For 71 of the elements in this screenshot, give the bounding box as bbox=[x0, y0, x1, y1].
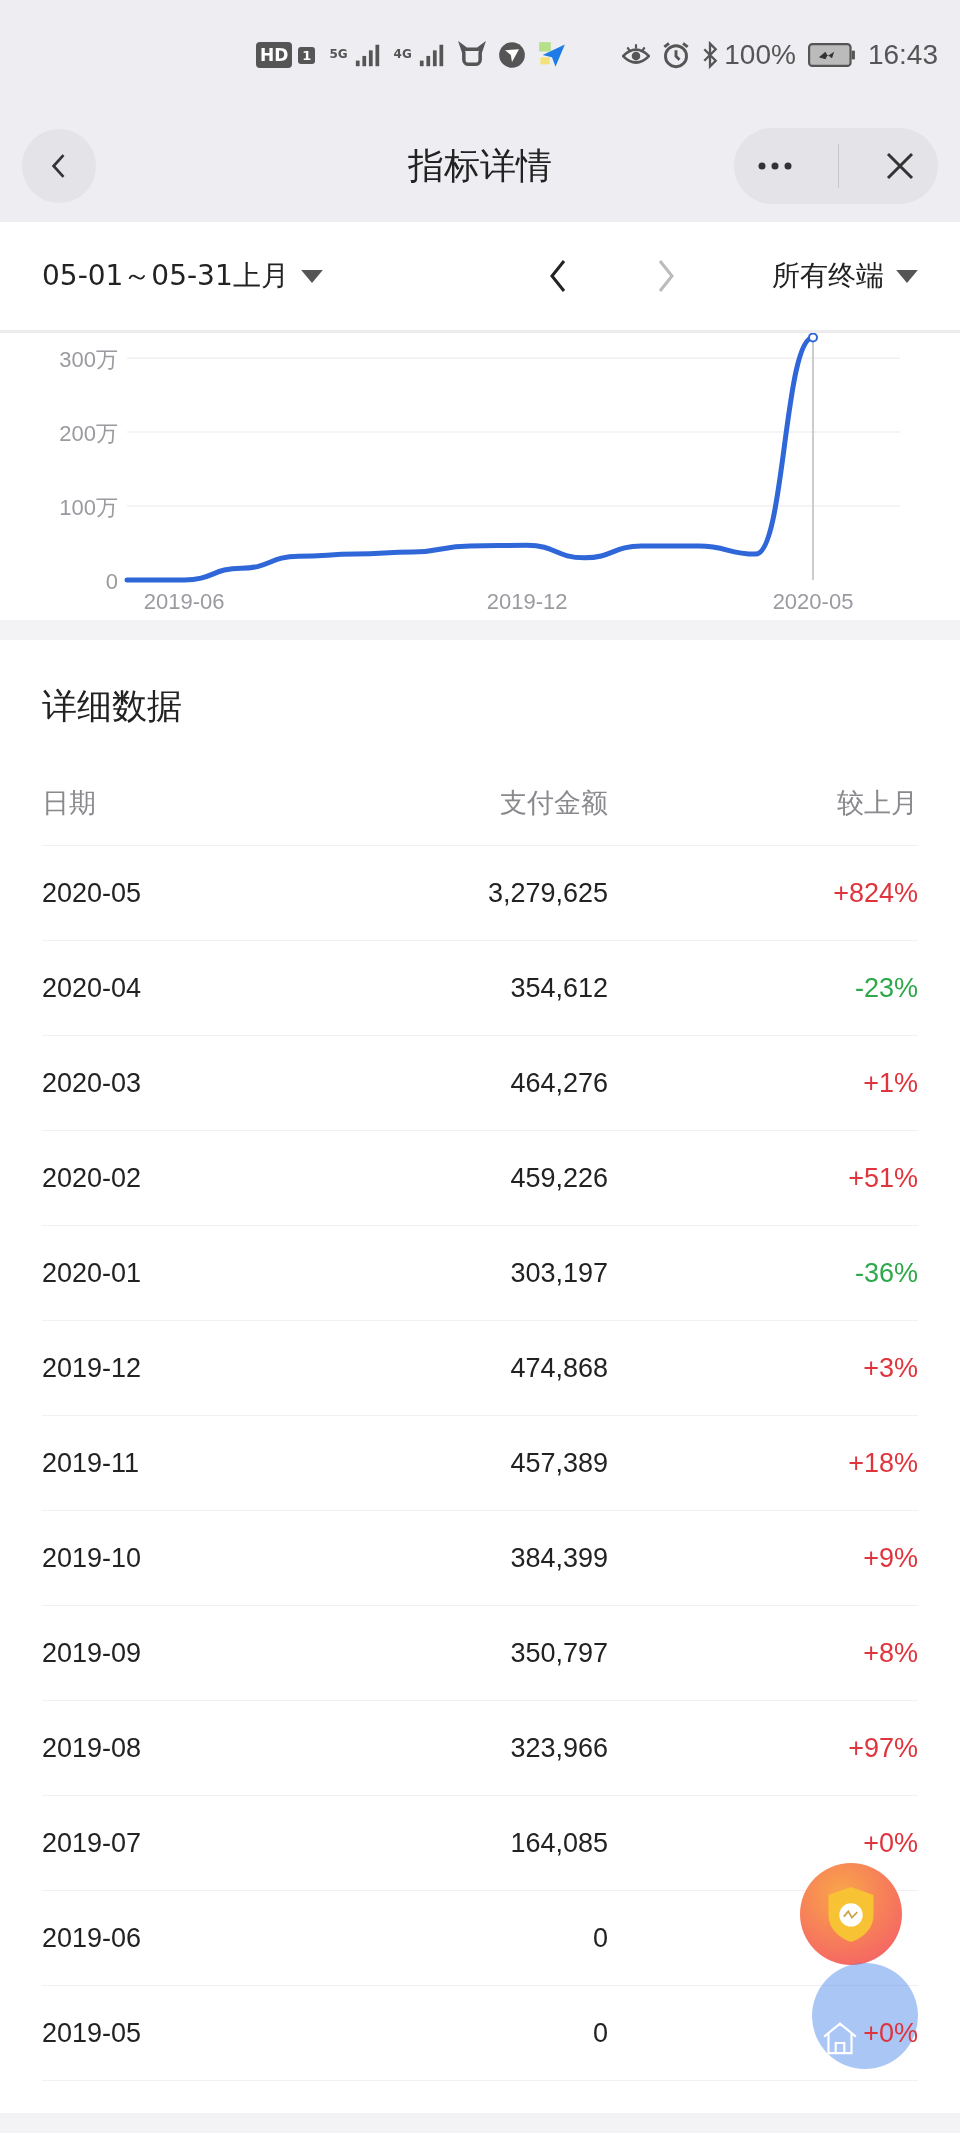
change-cell: +9% bbox=[863, 1542, 918, 1574]
amount-cell-text: 464,276 bbox=[509, 1067, 608, 1099]
x-axis-label: 2019-06 bbox=[143, 589, 225, 614]
date-cell-text: 2019-10 bbox=[42, 1542, 143, 1574]
signal-icon bbox=[417, 43, 446, 67]
network-label: 5G bbox=[329, 47, 348, 61]
amount-cell-text: 164,085 bbox=[509, 1827, 608, 1859]
caret-icon bbox=[896, 269, 918, 283]
alarm-icon bbox=[662, 41, 691, 69]
battery-percent: 100% bbox=[724, 39, 796, 71]
cow-icon bbox=[457, 41, 486, 69]
change-cell: +0% bbox=[863, 1827, 918, 1859]
amount-cell-text: 459,226 bbox=[509, 1162, 608, 1194]
change-cell: -23% bbox=[854, 972, 918, 1004]
amount-cell-text: 323,966 bbox=[509, 1732, 608, 1764]
date-cell-text: 2019-08 bbox=[42, 1732, 143, 1764]
change-cell: +8% bbox=[863, 1637, 918, 1669]
column-header: 支付金额 bbox=[499, 785, 608, 820]
change-cell: +51% bbox=[848, 1162, 918, 1194]
section-title: 详细数据 bbox=[42, 685, 183, 728]
date-cell-text: 2020-01 bbox=[42, 1257, 143, 1289]
page-title: 指标详情 bbox=[408, 143, 552, 188]
date-cell-text: 2019-05 bbox=[42, 2017, 143, 2049]
signal-icon bbox=[353, 43, 382, 67]
change-cell: +0% bbox=[863, 2017, 918, 2049]
column-header: 日期 bbox=[42, 785, 97, 820]
change-cell: +1% bbox=[863, 1067, 918, 1099]
date-cell-text: 2020-04 bbox=[42, 972, 143, 1004]
y-axis-label: 200万 bbox=[59, 421, 118, 447]
app-icon bbox=[497, 41, 526, 69]
amount-cell-text: 303,197 bbox=[509, 1257, 608, 1289]
amount-cell-text: 384,399 bbox=[509, 1542, 608, 1574]
change-cell: -36% bbox=[854, 1257, 918, 1289]
date-cell-text: 2019-06 bbox=[42, 1922, 143, 1954]
date-cell-text: 2020-05 bbox=[42, 877, 143, 909]
change-cell: +824% bbox=[833, 877, 918, 909]
hd-badge: HD bbox=[256, 42, 293, 68]
y-axis-label: 0 bbox=[105, 569, 118, 594]
amount-cell-text: 354,612 bbox=[509, 972, 608, 1004]
change-cell: +18% bbox=[848, 1447, 918, 1479]
y-axis-label: 100万 bbox=[59, 495, 118, 521]
column-header: 较上月 bbox=[837, 785, 918, 820]
amount-cell-text: 474,868 bbox=[509, 1352, 608, 1384]
amount-cell-text: 0 bbox=[591, 2017, 608, 2049]
sim-badge: 1 bbox=[298, 46, 316, 64]
change-cell: +3% bbox=[863, 1352, 918, 1384]
date-cell-text: 2019-11 bbox=[42, 1447, 141, 1479]
amount-cell-text: 457,389 bbox=[509, 1447, 608, 1479]
change-cell: +97% bbox=[848, 1732, 918, 1764]
date-cell-text: 2020-02 bbox=[42, 1162, 143, 1194]
close-icon[interactable] bbox=[885, 151, 916, 181]
network-label: 4G bbox=[393, 47, 412, 61]
more-icon[interactable] bbox=[756, 161, 793, 171]
clock-time: 16:43 bbox=[867, 39, 938, 71]
caret-icon bbox=[300, 269, 323, 283]
house-icon bbox=[822, 2020, 858, 2056]
x-axis-label: 2020-05 bbox=[772, 589, 854, 614]
terminal-dropdown[interactable]: 所有终端 bbox=[772, 257, 918, 295]
amount-cell-text: 3,279,625 bbox=[486, 877, 608, 909]
amount-cell-text: 0 bbox=[591, 1922, 608, 1954]
date-cell-text: 2020-03 bbox=[42, 1067, 143, 1099]
date-cell-text: 2019-12 bbox=[42, 1352, 143, 1384]
paper-plane-icon bbox=[537, 41, 566, 69]
bluetooth-icon bbox=[702, 41, 719, 69]
amount-cell-text: 350,797 bbox=[509, 1637, 608, 1669]
y-axis-label: 300万 bbox=[59, 347, 118, 373]
battery-icon bbox=[807, 43, 856, 67]
date-cell-text: 2019-07 bbox=[42, 1827, 143, 1859]
date-cell-text: 2019-09 bbox=[42, 1637, 143, 1669]
date-range-dropdown[interactable]: 05-01～05-31上月 bbox=[42, 257, 323, 295]
x-axis-label: 2019-12 bbox=[486, 589, 568, 614]
